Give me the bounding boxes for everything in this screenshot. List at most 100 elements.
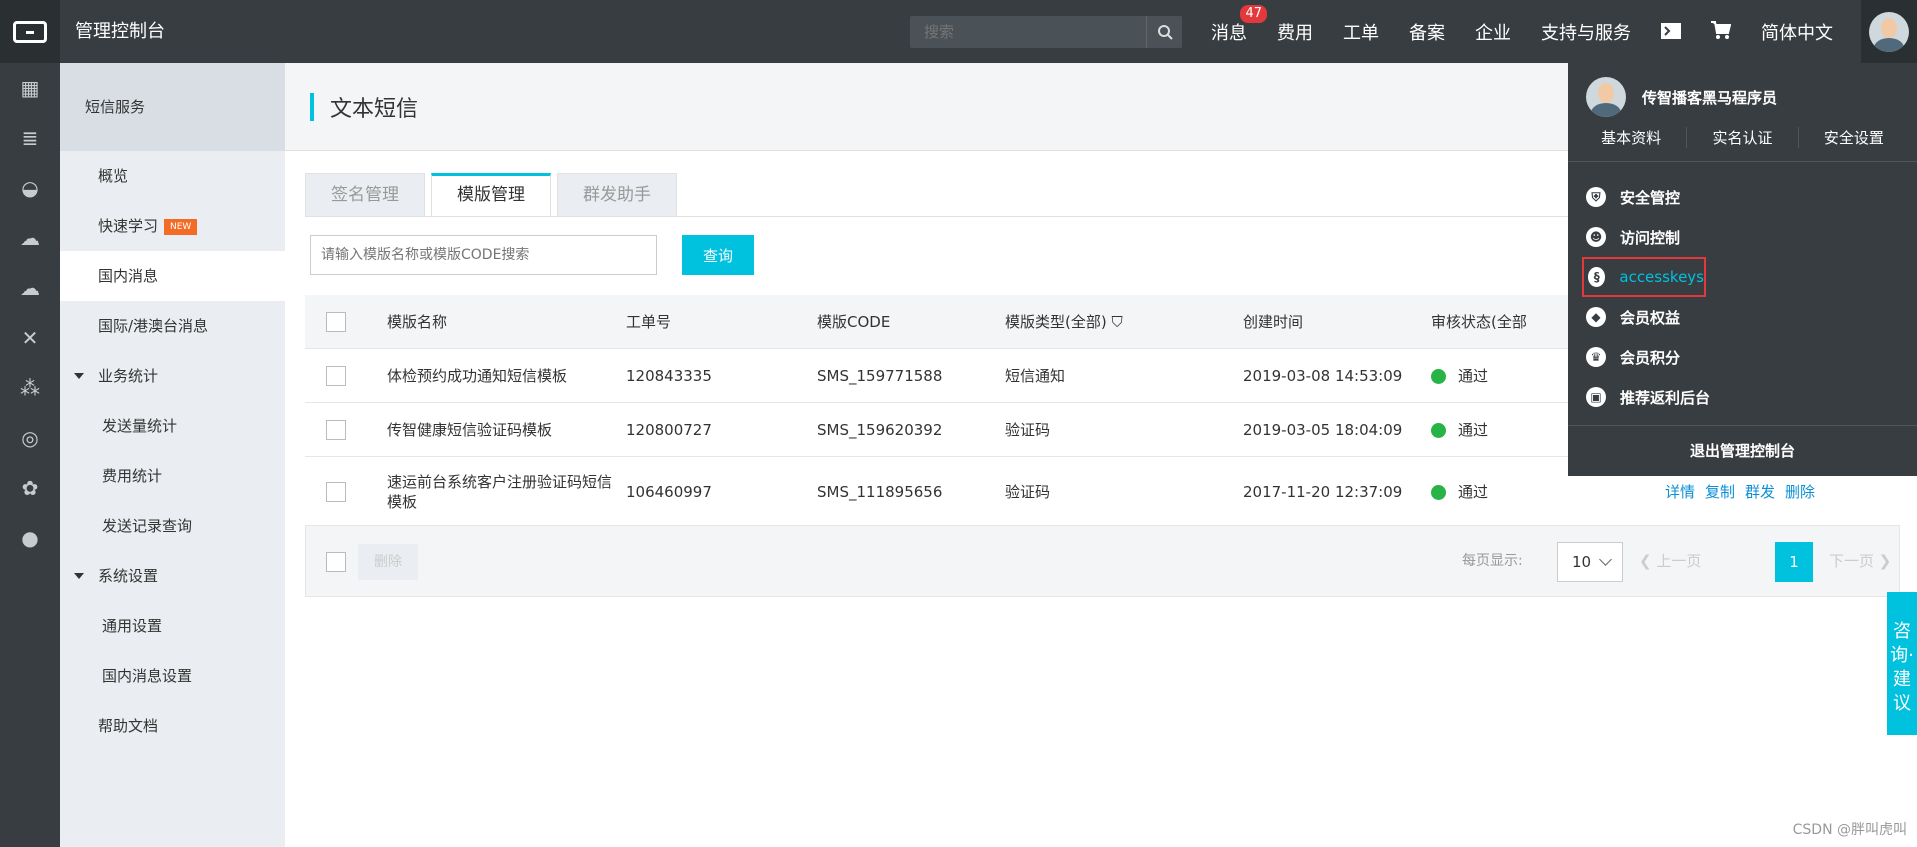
user-dropdown-menu: 传智播客黑马程序员 基本资料 实名认证 安全设置 ⛨ 安全管控 ☻ 访问控制 § ac… [1568, 63, 1917, 476]
sidebar-item-help[interactable]: 帮助文档 [60, 701, 285, 751]
menu-label: 会员积分 [1620, 348, 1681, 367]
tab-bulk-send[interactable]: 群发助手 [557, 173, 677, 217]
prev-page-button[interactable]: ❮ 上一页 [1639, 550, 1701, 571]
global-search-input[interactable] [910, 16, 1146, 48]
sidebar: 短信服务 概览 快速学习 NEW 国内消息 国际/港澳台消息 业务统计 发送量统计… [60, 63, 285, 847]
menu-referral[interactable]: ▣ 推荐返利后台 [1586, 377, 1710, 417]
nav-support[interactable]: 支持与服务 [1541, 19, 1631, 45]
nav-filing[interactable]: 备案 [1409, 19, 1445, 45]
bulk-delete-button[interactable]: 删除 [358, 544, 418, 580]
sidebar-group-biz-stats[interactable]: 业务统计 [60, 351, 285, 401]
footer-select-all-checkbox[interactable] [326, 552, 346, 572]
next-page-label: 下一页 [1829, 552, 1875, 570]
server-icon[interactable]: ≣ [0, 113, 60, 163]
row-checkbox[interactable] [326, 419, 346, 440]
grid-icon[interactable]: ▦ [0, 63, 60, 113]
language-switch[interactable]: 简体中文 [1761, 19, 1833, 45]
referral-icon: ▣ [1586, 387, 1606, 407]
nav-enterprise[interactable]: 企业 [1475, 19, 1511, 45]
sidebar-item-overview[interactable]: 概览 [60, 151, 285, 201]
tab-bar: 签名管理 模版管理 群发助手 [305, 173, 683, 217]
menu-member-points[interactable]: ♛ 会员积分 [1586, 337, 1710, 377]
delete-link[interactable]: 删除 [1785, 483, 1815, 501]
bug-icon[interactable]: ✿ [0, 463, 60, 513]
network-icon[interactable]: ✕ [0, 313, 60, 363]
sidebar-item-intl[interactable]: 国际/港澳台消息 [60, 301, 285, 351]
tab-signatures[interactable]: 签名管理 [305, 173, 425, 217]
next-page-button[interactable]: 下一页 ❯ [1829, 550, 1891, 571]
cell-status: 通过 [1431, 419, 1488, 440]
col-created: 创建时间 [1243, 313, 1304, 331]
filter-icon[interactable]: ⛉ [1112, 313, 1123, 331]
menu-accesskeys[interactable]: § accesskeys [1582, 257, 1706, 297]
cluster-icon[interactable]: ⁂ [0, 363, 60, 413]
globe-icon[interactable]: ◎ [0, 413, 60, 463]
menu-label: 会员权益 [1620, 308, 1681, 327]
cell-created: 2017-11-20 12:37:09 [1243, 482, 1403, 501]
nav-messages[interactable]: 消息 47 [1211, 4, 1267, 45]
user-avatar[interactable] [1861, 0, 1917, 63]
database-icon[interactable]: ◒ [0, 163, 60, 213]
username: 传智播客黑马程序员 [1642, 88, 1778, 107]
cloud-icon[interactable]: ☁ [0, 213, 60, 263]
title-accent-bar [310, 93, 314, 121]
sidebar-item-general-settings[interactable]: 通用设置 [60, 601, 285, 651]
sidebar-item-send-stats[interactable]: 发送量统计 [60, 401, 285, 451]
tab-templates[interactable]: 模版管理 [431, 173, 551, 217]
top-nav: 消息 47 费用 工单 备案 企业 支持与服务 简体中文 [1211, 0, 1863, 63]
cell-code: SMS_159620392 [817, 420, 943, 439]
consult-feedback-button[interactable]: 咨询·建议 [1887, 592, 1917, 735]
per-page-select[interactable]: 10 [1557, 542, 1623, 582]
query-button[interactable]: 查询 [682, 235, 754, 275]
console-title[interactable]: 管理控制台 [75, 0, 165, 63]
circle-icon[interactable]: ● [0, 513, 60, 563]
cloud-upload-icon[interactable]: ☁ [0, 263, 60, 313]
copy-link[interactable]: 复制 [1705, 483, 1735, 501]
menu-label: 安全管控 [1620, 188, 1681, 207]
sidebar-item-domestic[interactable]: 国内消息 [60, 251, 285, 301]
sidebar-item-fee-stats[interactable]: 费用统计 [60, 451, 285, 501]
row-actions: 详情 复制 群发 删除 [1665, 481, 1825, 502]
menu-security-control[interactable]: ⛨ 安全管控 [1586, 177, 1710, 217]
global-search [910, 16, 1182, 48]
row-checkbox[interactable] [326, 481, 346, 502]
cell-ticket: 106460997 [626, 482, 712, 501]
template-search-input[interactable] [310, 235, 657, 275]
bulk-send-link[interactable]: 群发 [1745, 483, 1775, 501]
key-icon: § [1588, 267, 1606, 287]
link-security-settings[interactable]: 安全设置 [1799, 127, 1909, 148]
avatar-face [1869, 11, 1909, 52]
terminal-icon[interactable] [1661, 20, 1681, 44]
col-type-filter[interactable]: 模版类型(全部) ⛉ [1005, 311, 1123, 332]
nav-fees[interactable]: 费用 [1277, 19, 1313, 45]
col-name: 模版名称 [387, 312, 448, 331]
sidebar-item-send-records[interactable]: 发送记录查询 [60, 501, 285, 551]
menu-access-control[interactable]: ☻ 访问控制 [1586, 217, 1710, 257]
sidebar-item-domestic-settings[interactable]: 国内消息设置 [60, 651, 285, 701]
col-status[interactable]: 审核状态(全部 [1431, 311, 1527, 332]
logout-button[interactable]: 退出管理控制台 [1568, 425, 1917, 476]
page-number-current[interactable]: 1 [1775, 542, 1813, 582]
sidebar-item-label: 快速学习 [98, 217, 159, 235]
cell-code: SMS_111895656 [817, 482, 943, 501]
search-icon[interactable] [1146, 16, 1182, 48]
menu-member-benefits[interactable]: ◆ 会员权益 [1586, 297, 1710, 337]
row-checkbox[interactable] [326, 365, 346, 386]
page-title: 文本短信 [330, 97, 419, 122]
sidebar-group-sys-settings[interactable]: 系统设置 [60, 551, 285, 601]
cell-name: 体检预约成功通知短信模板 [387, 366, 568, 385]
menu-label: accesskeys [1619, 268, 1704, 286]
aliyun-logo-icon[interactable] [0, 0, 60, 63]
menu-label: 推荐返利后台 [1620, 388, 1711, 407]
link-verification[interactable]: 实名认证 [1687, 127, 1799, 148]
detail-link[interactable]: 详情 [1665, 483, 1695, 501]
dropdown-divider [1568, 161, 1917, 162]
menu-label: 访问控制 [1620, 228, 1681, 247]
cart-icon[interactable] [1711, 20, 1732, 44]
dropdown-items: ⛨ 安全管控 ☻ 访问控制 § accesskeys ◆ 会员权益 ♛ 会员积分 ▣ 推荐返… [1582, 177, 1710, 417]
select-all-checkbox[interactable] [326, 311, 346, 332]
cell-type: 短信通知 [1005, 367, 1066, 385]
nav-tickets[interactable]: 工单 [1343, 19, 1379, 45]
link-profile[interactable]: 基本资料 [1576, 127, 1688, 148]
sidebar-item-quick-learn[interactable]: 快速学习 NEW [60, 201, 285, 251]
